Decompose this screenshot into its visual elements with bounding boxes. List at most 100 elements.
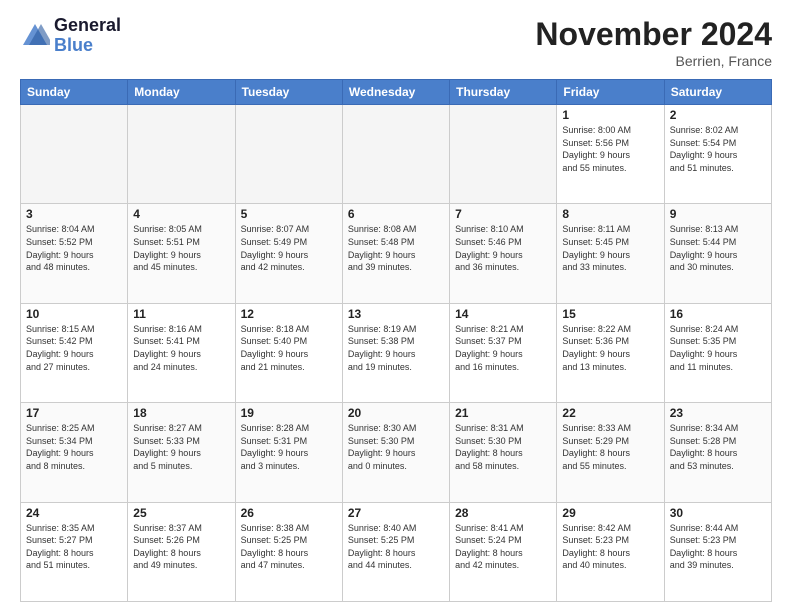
calendar-day-10: 10 Sunrise: 8:15 AM Sunset: 5:42 PM Dayli…: [21, 303, 128, 402]
day-number: 9: [670, 207, 766, 221]
day-number: 15: [562, 307, 658, 321]
day-info: Sunrise: 8:11 AM Sunset: 5:45 PM Dayligh…: [562, 223, 658, 273]
day-number: 12: [241, 307, 337, 321]
calendar-day-12: 12 Sunrise: 8:18 AM Sunset: 5:40 PM Dayli…: [235, 303, 342, 402]
calendar: SundayMondayTuesdayWednesdayThursdayFrid…: [20, 79, 772, 602]
day-number: 22: [562, 406, 658, 420]
day-number: 26: [241, 506, 337, 520]
page-header: General Blue November 2024 Berrien, Fran…: [20, 16, 772, 69]
month-title: November 2024: [535, 16, 772, 53]
day-number: 14: [455, 307, 551, 321]
day-number: 3: [26, 207, 122, 221]
day-info: Sunrise: 8:44 AM Sunset: 5:23 PM Dayligh…: [670, 522, 766, 572]
day-number: 18: [133, 406, 229, 420]
calendar-day-24: 24 Sunrise: 8:35 AM Sunset: 5:27 PM Dayli…: [21, 502, 128, 601]
calendar-day-23: 23 Sunrise: 8:34 AM Sunset: 5:28 PM Dayli…: [664, 403, 771, 502]
day-info: Sunrise: 8:41 AM Sunset: 5:24 PM Dayligh…: [455, 522, 551, 572]
calendar-day-19: 19Sunrise: 8:28 AM Sunset: 5:31 PM Dayli…: [235, 403, 342, 502]
day-number: 24: [26, 506, 122, 520]
calendar-header-monday: Monday: [128, 80, 235, 105]
calendar-header-thursday: Thursday: [450, 80, 557, 105]
day-number: 25: [133, 506, 229, 520]
calendar-day-25: 25 Sunrise: 8:37 AM Sunset: 5:26 PM Dayli…: [128, 502, 235, 601]
day-number: 27: [348, 506, 444, 520]
calendar-week-1: 1 Sunrise: 8:00 AM Sunset: 5:56 PM Daylig…: [21, 105, 772, 204]
calendar-header-sunday: Sunday: [21, 80, 128, 105]
calendar-day-9: 9 Sunrise: 8:13 AM Sunset: 5:44 PM Daylig…: [664, 204, 771, 303]
day-info: Sunrise: 8:30 AM Sunset: 5:30 PM Dayligh…: [348, 422, 444, 472]
calendar-day-29: 29Sunrise: 8:42 AM Sunset: 5:23 PM Dayli…: [557, 502, 664, 601]
day-info: Sunrise: 8:25 AM Sunset: 5:34 PM Dayligh…: [26, 422, 122, 472]
calendar-day-empty: [21, 105, 128, 204]
day-info: Sunrise: 8:18 AM Sunset: 5:40 PM Dayligh…: [241, 323, 337, 373]
calendar-day-30: 30 Sunrise: 8:44 AM Sunset: 5:23 PM Dayli…: [664, 502, 771, 601]
calendar-day-26: 26 Sunrise: 8:38 AM Sunset: 5:25 PM Dayli…: [235, 502, 342, 601]
calendar-header-wednesday: Wednesday: [342, 80, 449, 105]
day-number: 28: [455, 506, 551, 520]
calendar-day-2: 2Sunrise: 8:02 AM Sunset: 5:54 PM Daylig…: [664, 105, 771, 204]
calendar-day-16: 16Sunrise: 8:24 AM Sunset: 5:35 PM Dayli…: [664, 303, 771, 402]
calendar-day-empty: [342, 105, 449, 204]
location: Berrien, France: [535, 53, 772, 69]
day-number: 7: [455, 207, 551, 221]
day-number: 13: [348, 307, 444, 321]
day-info: Sunrise: 8:05 AM Sunset: 5:51 PM Dayligh…: [133, 223, 229, 273]
calendar-day-4: 4 Sunrise: 8:05 AM Sunset: 5:51 PM Daylig…: [128, 204, 235, 303]
day-info: Sunrise: 8:34 AM Sunset: 5:28 PM Dayligh…: [670, 422, 766, 472]
day-info: Sunrise: 8:07 AM Sunset: 5:49 PM Dayligh…: [241, 223, 337, 273]
day-info: Sunrise: 8:13 AM Sunset: 5:44 PM Dayligh…: [670, 223, 766, 273]
day-info: Sunrise: 8:10 AM Sunset: 5:46 PM Dayligh…: [455, 223, 551, 273]
day-info: Sunrise: 8:00 AM Sunset: 5:56 PM Dayligh…: [562, 124, 658, 174]
day-number: 11: [133, 307, 229, 321]
day-info: Sunrise: 8:16 AM Sunset: 5:41 PM Dayligh…: [133, 323, 229, 373]
calendar-day-empty: [235, 105, 342, 204]
day-info: Sunrise: 8:19 AM Sunset: 5:38 PM Dayligh…: [348, 323, 444, 373]
day-info: Sunrise: 8:31 AM Sunset: 5:30 PM Dayligh…: [455, 422, 551, 472]
day-info: Sunrise: 8:40 AM Sunset: 5:25 PM Dayligh…: [348, 522, 444, 572]
title-section: November 2024 Berrien, France: [535, 16, 772, 69]
day-info: Sunrise: 8:27 AM Sunset: 5:33 PM Dayligh…: [133, 422, 229, 472]
day-number: 5: [241, 207, 337, 221]
calendar-day-6: 6Sunrise: 8:08 AM Sunset: 5:48 PM Daylig…: [342, 204, 449, 303]
logo-icon: [20, 21, 50, 51]
calendar-week-5: 24 Sunrise: 8:35 AM Sunset: 5:27 PM Dayli…: [21, 502, 772, 601]
calendar-day-11: 11 Sunrise: 8:16 AM Sunset: 5:41 PM Dayli…: [128, 303, 235, 402]
calendar-day-empty: [450, 105, 557, 204]
calendar-header-row: SundayMondayTuesdayWednesdayThursdayFrid…: [21, 80, 772, 105]
calendar-day-27: 27 Sunrise: 8:40 AM Sunset: 5:25 PM Dayli…: [342, 502, 449, 601]
calendar-day-7: 7 Sunrise: 8:10 AM Sunset: 5:46 PM Daylig…: [450, 204, 557, 303]
calendar-week-4: 17Sunrise: 8:25 AM Sunset: 5:34 PM Dayli…: [21, 403, 772, 502]
day-info: Sunrise: 8:04 AM Sunset: 5:52 PM Dayligh…: [26, 223, 122, 273]
calendar-header-saturday: Saturday: [664, 80, 771, 105]
calendar-day-15: 15 Sunrise: 8:22 AM Sunset: 5:36 PM Dayli…: [557, 303, 664, 402]
day-info: Sunrise: 8:37 AM Sunset: 5:26 PM Dayligh…: [133, 522, 229, 572]
day-info: Sunrise: 8:33 AM Sunset: 5:29 PM Dayligh…: [562, 422, 658, 472]
calendar-day-17: 17Sunrise: 8:25 AM Sunset: 5:34 PM Dayli…: [21, 403, 128, 502]
calendar-day-18: 18 Sunrise: 8:27 AM Sunset: 5:33 PM Dayli…: [128, 403, 235, 502]
calendar-week-3: 10 Sunrise: 8:15 AM Sunset: 5:42 PM Dayli…: [21, 303, 772, 402]
day-number: 23: [670, 406, 766, 420]
day-number: 6: [348, 207, 444, 221]
calendar-week-2: 3 Sunrise: 8:04 AM Sunset: 5:52 PM Daylig…: [21, 204, 772, 303]
day-number: 21: [455, 406, 551, 420]
day-info: Sunrise: 8:35 AM Sunset: 5:27 PM Dayligh…: [26, 522, 122, 572]
logo-text: General Blue: [54, 16, 121, 56]
calendar-day-1: 1 Sunrise: 8:00 AM Sunset: 5:56 PM Daylig…: [557, 105, 664, 204]
day-number: 8: [562, 207, 658, 221]
calendar-day-20: 20 Sunrise: 8:30 AM Sunset: 5:30 PM Dayli…: [342, 403, 449, 502]
calendar-header-friday: Friday: [557, 80, 664, 105]
day-info: Sunrise: 8:38 AM Sunset: 5:25 PM Dayligh…: [241, 522, 337, 572]
day-info: Sunrise: 8:15 AM Sunset: 5:42 PM Dayligh…: [26, 323, 122, 373]
day-number: 2: [670, 108, 766, 122]
day-number: 1: [562, 108, 658, 122]
day-info: Sunrise: 8:28 AM Sunset: 5:31 PM Dayligh…: [241, 422, 337, 472]
day-info: Sunrise: 8:22 AM Sunset: 5:36 PM Dayligh…: [562, 323, 658, 373]
day-info: Sunrise: 8:21 AM Sunset: 5:37 PM Dayligh…: [455, 323, 551, 373]
calendar-day-5: 5 Sunrise: 8:07 AM Sunset: 5:49 PM Daylig…: [235, 204, 342, 303]
day-number: 30: [670, 506, 766, 520]
day-number: 20: [348, 406, 444, 420]
calendar-day-empty: [128, 105, 235, 204]
day-number: 10: [26, 307, 122, 321]
day-info: Sunrise: 8:24 AM Sunset: 5:35 PM Dayligh…: [670, 323, 766, 373]
day-number: 4: [133, 207, 229, 221]
